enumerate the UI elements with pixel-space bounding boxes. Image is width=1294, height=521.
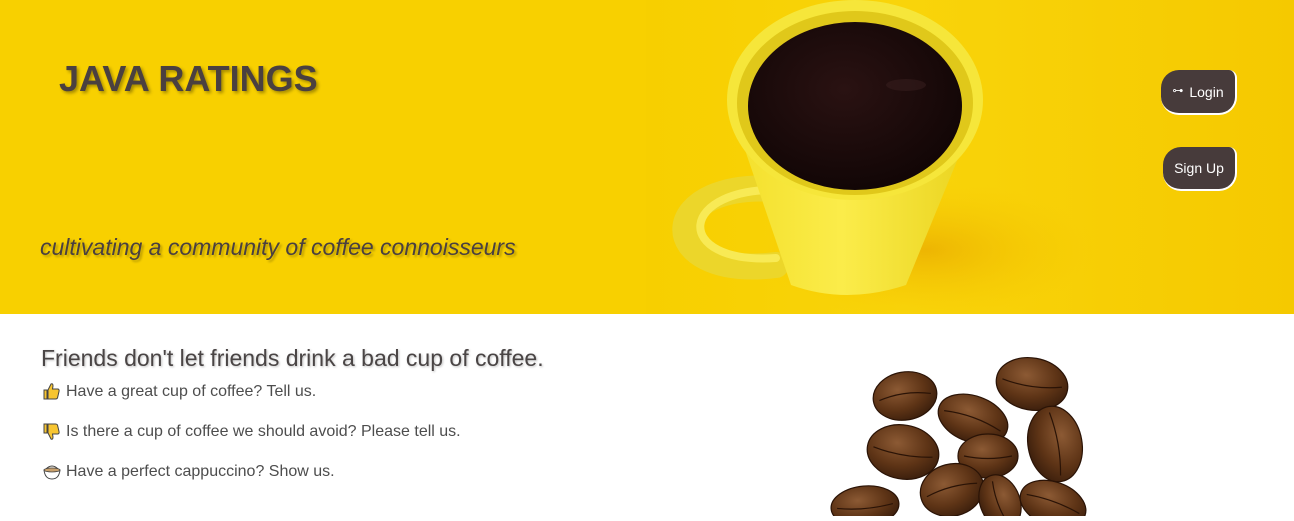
login-label: Login	[1189, 83, 1224, 100]
feature-text: Have a perfect cappuccino? Show us.	[66, 462, 335, 480]
feature-item-share-cappuccino: Have a perfect cappuccino? Show us.	[42, 462, 335, 481]
hero-banner: JAVA RATINGS cultivating a community of …	[0, 0, 1294, 314]
feature-text: Is there a cup of coffee we should avoid…	[66, 422, 461, 440]
coffee-beans-photo	[810, 334, 1110, 521]
thumbs-down-icon	[42, 422, 61, 441]
site-tagline: cultivating a community of coffee connoi…	[40, 234, 516, 260]
slogan-heading: Friends don't let friends drink a bad cu…	[41, 345, 544, 371]
cappuccino-icon	[42, 462, 61, 481]
signup-button[interactable]: Sign Up	[1163, 147, 1237, 191]
site-brand-title: JAVA RATINGS	[59, 58, 318, 99]
feature-text: Have a great cup of coffee? Tell us.	[66, 382, 317, 400]
feature-item-rate-good: Have a great cup of coffee? Tell us.	[42, 382, 316, 401]
key-icon: ⊶	[1172, 85, 1184, 97]
signup-label: Sign Up	[1174, 160, 1224, 176]
login-button[interactable]: ⊶ Login	[1161, 70, 1237, 115]
feature-item-rate-bad: Is there a cup of coffee we should avoid…	[42, 422, 461, 441]
thumbs-up-icon	[42, 382, 61, 401]
